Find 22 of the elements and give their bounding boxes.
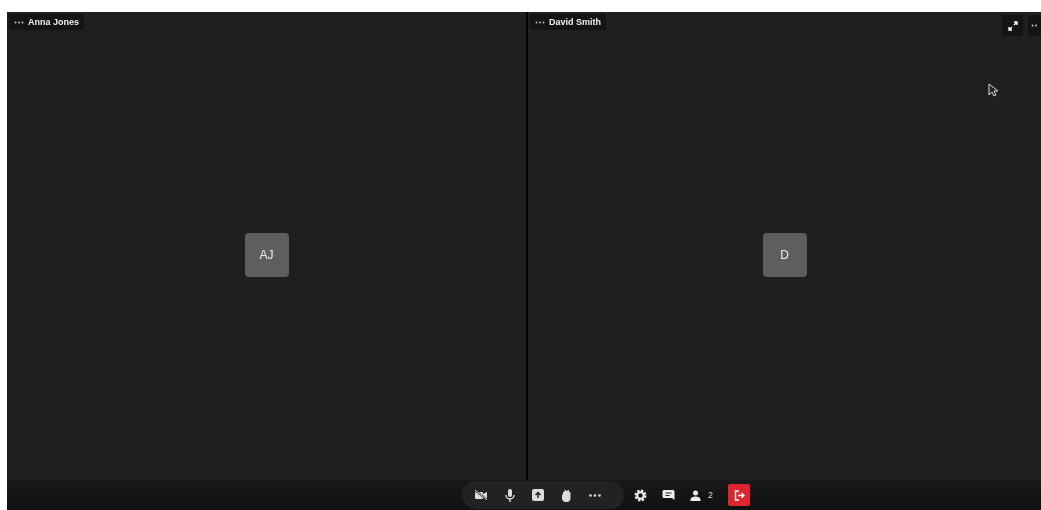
more-icon[interactable] <box>14 20 24 24</box>
settings-icon[interactable] <box>634 488 647 502</box>
person-icon[interactable] <box>690 489 701 501</box>
avatar: AJ <box>244 233 289 277</box>
avatar: D <box>762 233 807 277</box>
leave-button[interactable] <box>728 484 750 506</box>
participant-name: Anna Jones <box>28 17 79 27</box>
participant-name: David Smith <box>549 17 601 27</box>
cursor-icon <box>988 83 998 97</box>
more-icon[interactable] <box>589 493 601 497</box>
chat-icon[interactable] <box>662 489 675 501</box>
more-button[interactable] <box>1028 15 1041 36</box>
fullscreen-button[interactable] <box>1002 15 1023 36</box>
camera-off-icon[interactable] <box>474 489 488 501</box>
hand-icon[interactable] <box>561 488 572 502</box>
more-icon[interactable] <box>535 20 545 24</box>
participant-count: 2 <box>708 490 713 500</box>
microphone-icon[interactable] <box>505 488 515 502</box>
exit-icon <box>733 489 745 501</box>
expand-icon <box>1007 20 1018 31</box>
share-screen-icon[interactable] <box>532 489 544 501</box>
more-icon <box>1031 24 1037 27</box>
